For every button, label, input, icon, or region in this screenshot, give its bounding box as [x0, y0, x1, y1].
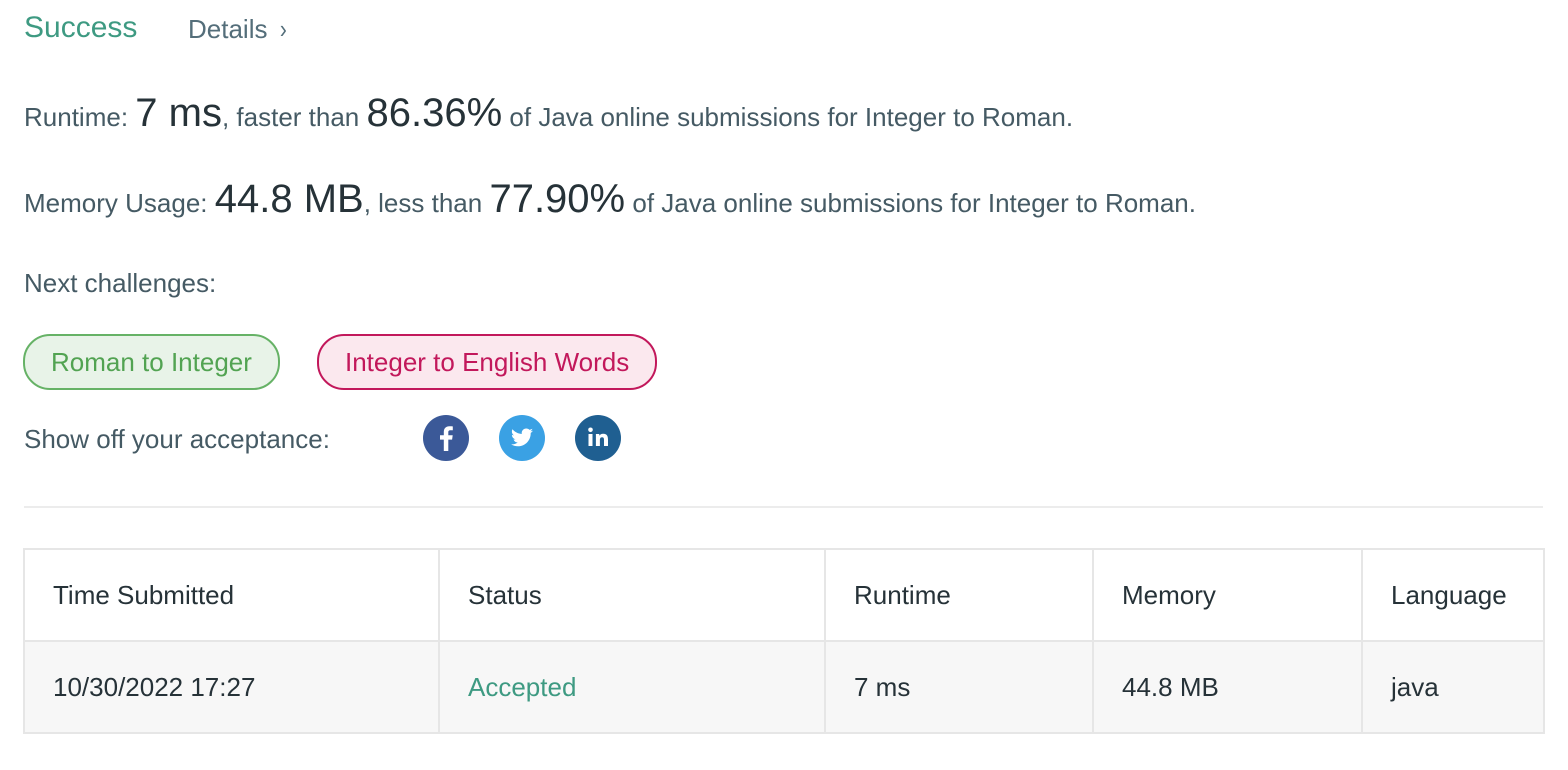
details-label: Details [188, 14, 268, 44]
share-label: Show off your acceptance: [24, 424, 330, 454]
cell-status-link[interactable]: Accepted [438, 640, 826, 734]
next-challenges-label: Next challenges: [24, 268, 217, 298]
facebook-icon[interactable] [423, 415, 469, 461]
runtime-percent: 86.36% [366, 91, 503, 135]
column-header-runtime: Runtime [824, 548, 1094, 642]
table-header-row: Time Submitted Status Runtime Memory Lan… [23, 548, 1545, 642]
table-row: 10/30/2022 17:27 Accepted 7 ms 44.8 MB j… [23, 640, 1545, 734]
divider [24, 506, 1543, 508]
submission-status-title: Success [24, 11, 138, 44]
twitter-icon[interactable] [499, 415, 545, 461]
column-header-time-submitted: Time Submitted [23, 548, 440, 642]
memory-value: 44.8 MB [214, 177, 364, 221]
memory-suffix: of Java online submissions for Integer t… [632, 188, 1196, 218]
memory-label: Memory Usage: [24, 188, 208, 218]
column-header-status: Status [438, 548, 826, 642]
cell-language: java [1361, 640, 1545, 734]
cell-time-submitted: 10/30/2022 17:27 [23, 640, 440, 734]
challenge-tag-roman-to-integer[interactable]: Roman to Integer [23, 334, 280, 390]
submissions-table: Time Submitted Status Runtime Memory Lan… [23, 548, 1545, 734]
runtime-summary: Runtime: 7 ms, faster than 86.36% of Jav… [24, 88, 1073, 142]
memory-comparison: , less than [363, 188, 483, 218]
runtime-comparison: , faster than [221, 102, 360, 132]
memory-summary: Memory Usage: 44.8 MB, less than 77.90% … [24, 174, 1196, 228]
runtime-suffix: of Java online submissions for Integer t… [509, 102, 1074, 132]
challenge-tag-integer-to-english-words[interactable]: Integer to English Words [317, 334, 658, 390]
cell-runtime: 7 ms [824, 640, 1094, 734]
memory-percent: 77.90% [489, 177, 626, 221]
runtime-label: Runtime: [24, 102, 129, 132]
details-link[interactable]: Details › [188, 12, 288, 46]
linkedin-icon[interactable] [575, 415, 621, 461]
chevron-right-icon: › [280, 14, 288, 44]
runtime-value: 7 ms [135, 91, 222, 135]
column-header-language: Language [1361, 548, 1545, 642]
column-header-memory: Memory [1092, 548, 1363, 642]
cell-memory: 44.8 MB [1092, 640, 1363, 734]
